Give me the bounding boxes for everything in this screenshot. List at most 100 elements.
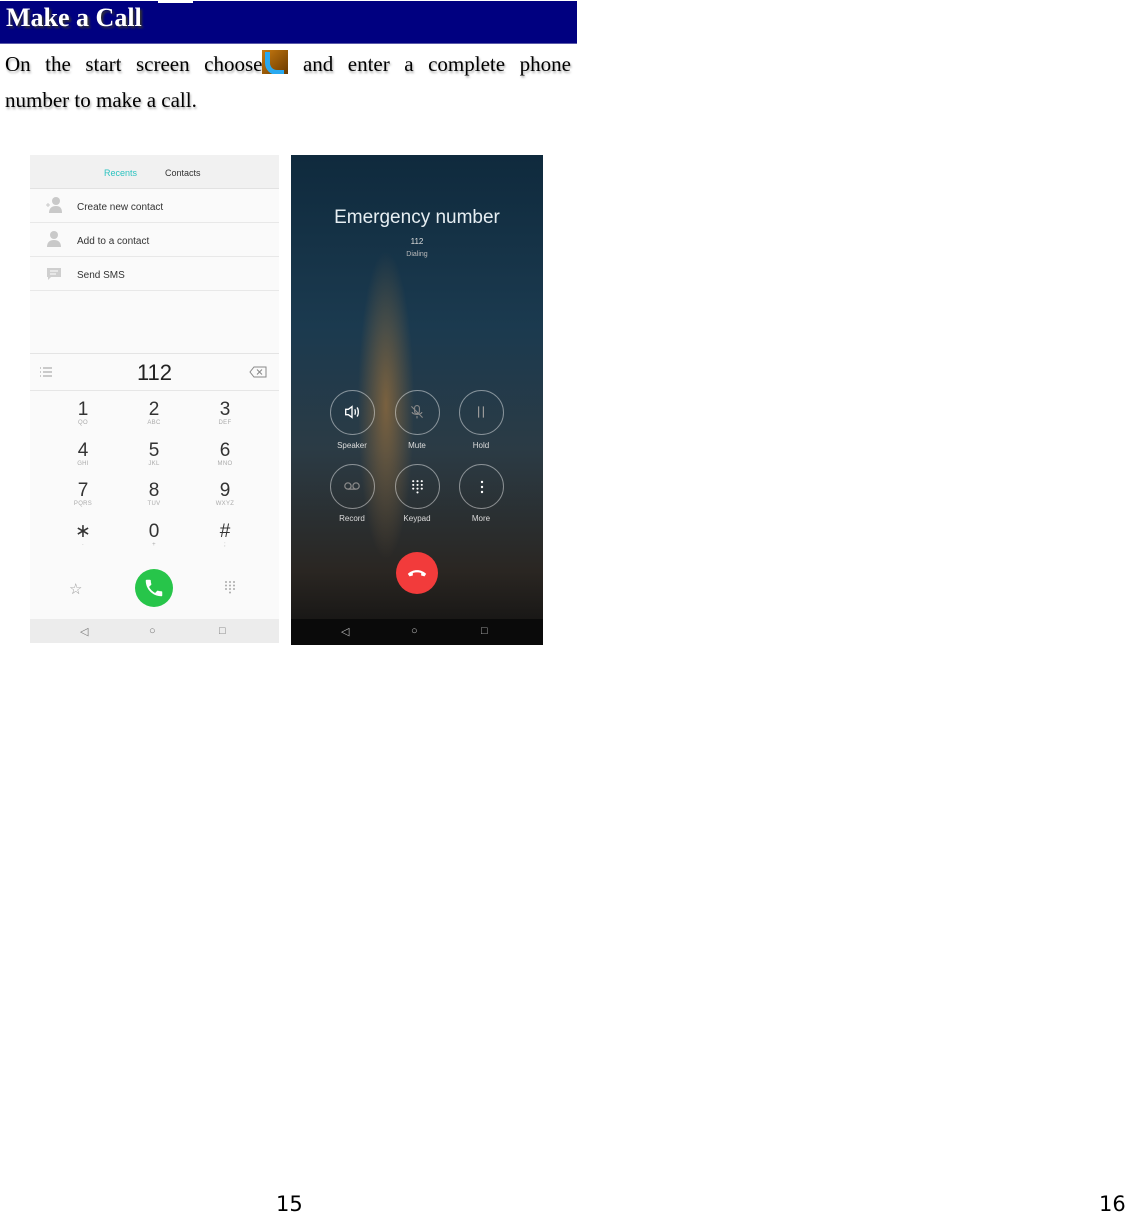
- recents-apps-icon[interactable]: □: [481, 625, 488, 637]
- key-4[interactable]: 4 GHI: [53, 440, 113, 468]
- page-number-left: 15: [276, 1192, 303, 1216]
- speaker-icon: [345, 405, 359, 419]
- word: and: [302, 52, 334, 76]
- heading-tab-mark: [158, 1, 193, 3]
- word-with-icon: choose: [204, 46, 289, 82]
- key-digit: 8: [148, 480, 160, 501]
- dialer-screenshot: Recents Contacts Create new contact Add …: [30, 155, 279, 643]
- key-letters: +: [152, 542, 156, 548]
- home-icon[interactable]: ○: [149, 625, 156, 637]
- call-button[interactable]: [135, 569, 173, 607]
- tab-contacts[interactable]: Contacts: [165, 168, 201, 178]
- person-icon: [47, 231, 61, 247]
- key-letters: PQRS: [73, 501, 93, 507]
- hold-label: Hold: [472, 441, 490, 450]
- key-digit: 7: [77, 480, 89, 501]
- key-letters: TUV: [147, 501, 161, 507]
- record-button[interactable]: [330, 464, 375, 509]
- word: the: [45, 52, 71, 76]
- key-digit: 5: [148, 440, 160, 461]
- key-9[interactable]: 9 WXYZ: [195, 480, 255, 508]
- key-digit: ∗: [75, 521, 91, 542]
- key-letters: ABC: [147, 420, 161, 426]
- key-digit: #: [219, 521, 231, 542]
- section-heading: Make a Call: [0, 1, 577, 44]
- speaker-button[interactable]: [330, 390, 375, 435]
- word: complete: [428, 52, 506, 76]
- key-letters: ;: [224, 542, 226, 548]
- phone-app-icon: [262, 50, 289, 74]
- instruction-paragraph: On the start screen choose and enter a c…: [5, 46, 571, 118]
- caller-number: 112: [410, 237, 424, 246]
- key-3[interactable]: 3 DEF: [195, 399, 255, 427]
- dialer-tabs: Recents Contacts: [30, 155, 279, 189]
- add-to-contact-option[interactable]: Add to a contact: [30, 223, 279, 257]
- key-2[interactable]: 2 ABC: [124, 399, 184, 427]
- key-letters: QO: [78, 420, 88, 426]
- key-star[interactable]: ∗ ·: [53, 521, 113, 549]
- pause-icon: [478, 406, 484, 418]
- phone-icon: [145, 579, 163, 597]
- key-digit: 4: [77, 440, 89, 461]
- more-icon: [480, 480, 484, 494]
- end-call-button[interactable]: [396, 552, 438, 594]
- dialpad-toggle-icon[interactable]: [224, 580, 236, 594]
- paragraph-line-2: number to make a call.: [5, 88, 197, 112]
- speaker-label: Speaker: [337, 441, 367, 450]
- option-label: Add to a contact: [77, 236, 150, 247]
- add-contact-icon: [46, 197, 62, 213]
- back-icon[interactable]: ◁: [80, 625, 88, 638]
- keypad-button[interactable]: [395, 464, 440, 509]
- word: screen: [135, 52, 190, 76]
- key-letters: ·: [81, 542, 85, 548]
- key-digit: 6: [219, 440, 231, 461]
- dialed-number[interactable]: 112: [30, 360, 279, 386]
- caller-name: Emergency number: [334, 207, 500, 228]
- word: choose: [204, 52, 263, 76]
- key-digit: 0: [148, 521, 160, 542]
- key-8[interactable]: 8 TUV: [124, 480, 184, 508]
- navigation-bar: ◁ ○ □: [291, 619, 543, 645]
- word: On: [5, 52, 31, 76]
- paragraph-line-1: On the start screen choose and enter a c…: [5, 46, 571, 82]
- call-status: Dialing: [406, 251, 428, 258]
- word: phone: [519, 52, 571, 76]
- recents-apps-icon[interactable]: □: [219, 625, 226, 637]
- create-new-contact-option[interactable]: Create new contact: [30, 189, 279, 223]
- number-display: 112: [30, 354, 279, 391]
- recents-empty-area: [30, 291, 279, 354]
- keypad-icon: [412, 480, 423, 494]
- more-button[interactable]: [459, 464, 504, 509]
- favorites-star-icon[interactable]: ☆: [69, 580, 82, 598]
- key-digit: 3: [219, 399, 231, 420]
- key-letters: GHI: [77, 461, 89, 467]
- word: enter: [347, 52, 390, 76]
- home-icon[interactable]: ○: [411, 625, 418, 637]
- key-hash[interactable]: #;: [195, 521, 255, 549]
- keypad-label: Keypad: [403, 514, 431, 523]
- message-icon: [47, 268, 61, 280]
- navigation-bar: ◁ ○ □: [30, 619, 279, 643]
- key-5[interactable]: 5 JKL: [124, 440, 184, 468]
- key-letters: MNO: [217, 461, 233, 467]
- mute-label: Mute: [408, 441, 426, 450]
- key-6[interactable]: 6 MNO: [195, 440, 255, 468]
- mute-button[interactable]: [395, 390, 440, 435]
- key-7[interactable]: 7 PQRS: [53, 480, 113, 508]
- option-label: Create new contact: [77, 202, 164, 213]
- key-digit: 1: [77, 399, 89, 420]
- key-1[interactable]: 1 QO: [53, 399, 113, 427]
- key-0[interactable]: 0 +: [124, 521, 184, 549]
- send-sms-option[interactable]: Send SMS: [30, 257, 279, 291]
- record-icon: [344, 482, 360, 490]
- word: start: [85, 52, 122, 76]
- key-digit: 9: [219, 480, 231, 501]
- page-number-right: 16: [1099, 1192, 1126, 1216]
- key-letters: JKL: [148, 461, 160, 467]
- key-digit: 2: [148, 399, 160, 420]
- back-icon[interactable]: ◁: [341, 625, 349, 638]
- tab-recents[interactable]: Recents: [104, 168, 137, 178]
- hang-up-icon: [407, 570, 427, 577]
- hold-button[interactable]: [459, 390, 504, 435]
- backspace-icon[interactable]: [249, 366, 267, 378]
